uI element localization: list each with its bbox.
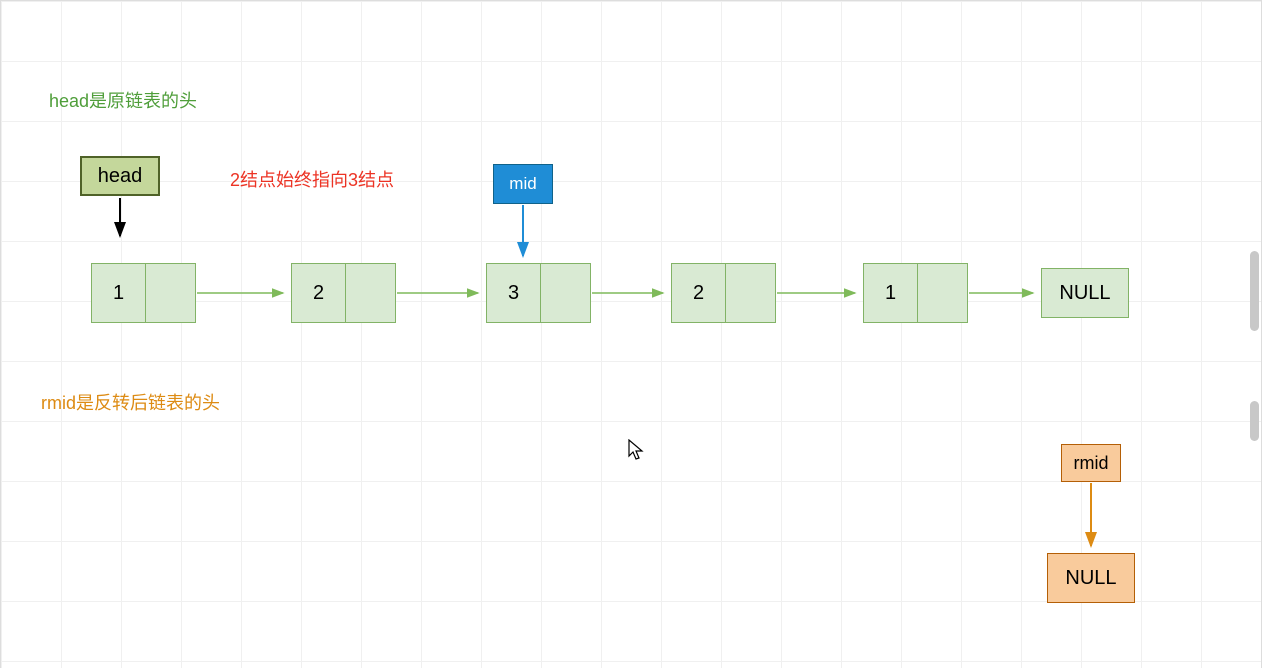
head-pointer-label: head: [98, 165, 143, 188]
rmid-pointer-label: rmid: [1074, 453, 1109, 474]
node-value: 1: [863, 263, 918, 323]
head-pointer-box: head: [80, 156, 160, 196]
mid-pointer-label: mid: [509, 174, 536, 194]
node-next: [346, 263, 396, 323]
list-node: 2: [671, 263, 776, 323]
diagram-canvas[interactable]: head是原链表的头 2结点始终指向3结点 rmid是反转后链表的头 head …: [0, 0, 1262, 668]
null-label-orange: NULL: [1065, 567, 1116, 590]
node-next: [726, 263, 776, 323]
head-description: head是原链表的头: [49, 87, 197, 113]
list-node: 1: [863, 263, 968, 323]
node-value: 3: [486, 263, 541, 323]
list-node: 1: [91, 263, 196, 323]
cursor-icon: [628, 439, 646, 466]
scrollbar-thumb[interactable]: [1250, 401, 1259, 441]
list-node: 3: [486, 263, 591, 323]
null-terminal: NULL: [1041, 268, 1129, 318]
node-value: 2: [291, 263, 346, 323]
mid-pointer-box: mid: [493, 164, 553, 204]
node-next: [146, 263, 196, 323]
node-value: 2: [671, 263, 726, 323]
node-next: [541, 263, 591, 323]
node-next: [918, 263, 968, 323]
scrollbar-thumb[interactable]: [1250, 251, 1259, 331]
node-value: 1: [91, 263, 146, 323]
null-label: NULL: [1059, 282, 1110, 305]
rmid-description: rmid是反转后链表的头: [41, 389, 220, 415]
list-node: 2: [291, 263, 396, 323]
null-terminal-orange: NULL: [1047, 553, 1135, 603]
rmid-pointer-box: rmid: [1061, 444, 1121, 482]
red-note: 2结点始终指向3结点: [230, 166, 394, 192]
